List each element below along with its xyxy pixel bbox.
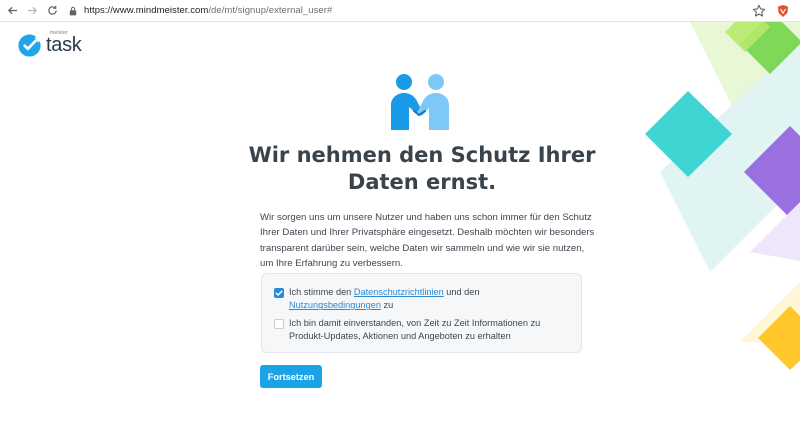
logo-task-text: task bbox=[46, 34, 82, 56]
browser-toolbar: https://www.mindmeister.com/de/mt/signup… bbox=[0, 0, 800, 22]
terms-consent-row: Ich stimme den Datenschutzrichtlinien un… bbox=[274, 286, 569, 312]
newsletter-checkbox[interactable] bbox=[274, 319, 284, 329]
terms-consent-text: Ich stimme den Datenschutzrichtlinien un… bbox=[289, 286, 569, 312]
continue-button[interactable]: Fortsetzen bbox=[260, 365, 322, 388]
privacy-policy-link[interactable]: Datenschutzrichtlinien bbox=[354, 287, 444, 297]
checkmark-logo-icon bbox=[18, 34, 41, 57]
url-host: https://www.mindmeister.com bbox=[84, 5, 209, 16]
logo-meister-text: meister bbox=[50, 30, 68, 36]
brave-shield-icon[interactable] bbox=[776, 4, 790, 18]
reload-button[interactable] bbox=[44, 3, 60, 19]
terms-checkbox[interactable] bbox=[274, 288, 284, 298]
handshake-illustration bbox=[391, 74, 449, 130]
page-title-line1: Wir nehmen den Schutz Ihrer bbox=[248, 143, 596, 167]
reload-icon bbox=[47, 5, 57, 15]
decorative-shapes bbox=[645, 22, 800, 370]
url-path: /de/mt/signup/external_user# bbox=[208, 5, 333, 16]
page-title: Wir nehmen den Schutz Ihrer Daten ernst. bbox=[200, 142, 644, 196]
back-button[interactable] bbox=[4, 3, 20, 19]
bookmark-star-icon[interactable] bbox=[752, 4, 766, 18]
checkmark-icon bbox=[275, 290, 283, 296]
forward-button[interactable] bbox=[24, 3, 40, 19]
arrow-left-icon bbox=[7, 6, 17, 15]
newsletter-consent-text: Ich bin damit einverstanden, von Zeit zu… bbox=[289, 318, 541, 342]
terms-text-before: Ich stimme den bbox=[289, 287, 354, 297]
lock-icon bbox=[68, 5, 78, 17]
intro-paragraph: Wir sorgen uns um unsere Nutzer und habe… bbox=[260, 212, 595, 270]
terms-text-middle: und den bbox=[443, 287, 480, 297]
address-bar[interactable]: https://www.mindmeister.com/de/mt/signup… bbox=[68, 2, 752, 20]
page-title-line2: Daten ernst. bbox=[347, 170, 497, 194]
consent-box: Ich stimme den Datenschutzrichtlinien un… bbox=[261, 273, 582, 353]
terms-text-after: zu bbox=[380, 300, 394, 311]
meistertask-logo: meister task bbox=[17, 30, 82, 58]
signup-page: meister task Wir nehmen den Schutz Ihrer bbox=[0, 22, 800, 427]
url-text: https://www.mindmeister.com/de/mt/signup… bbox=[84, 5, 332, 16]
newsletter-consent-row: Ich bin damit einverstanden, von Zeit zu… bbox=[274, 317, 569, 343]
arrow-right-icon bbox=[27, 6, 37, 15]
terms-of-use-link[interactable]: Nutzungsbedingungen bbox=[289, 300, 381, 310]
